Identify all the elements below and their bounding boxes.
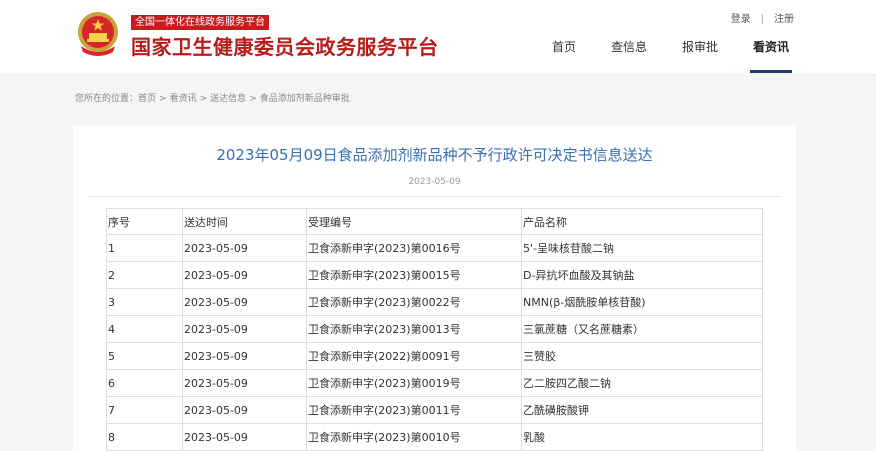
cell-serial: 7 <box>106 396 183 424</box>
cell-product-name: NMN(β-烟酰胺单核苷酸) <box>521 288 763 316</box>
table-row: 4 2023-05-09 卫食添新申字(2023)第0013号 三氯蔗糖（又名蔗糖素） <box>106 315 763 343</box>
table-row: 3 2023-05-09 卫食添新申字(2023)第0022号 NMN(β-烟酰胺单核… <box>106 288 763 316</box>
cell-acceptance-number: 卫食添新申字(2023)第0011号 <box>306 396 522 424</box>
site-title[interactable]: 国家卫生健康委员会政务服务平台 <box>131 35 439 59</box>
cell-product-name: 三赞胶 <box>521 342 763 370</box>
cell-serial: 6 <box>106 369 183 397</box>
cell-delivery-date: 2023-05-09 <box>182 315 307 343</box>
cell-acceptance-number: 卫食添新申字(2023)第0019号 <box>306 369 522 397</box>
table-row: 5 2023-05-09 卫食添新申字(2022)第0091号 三赞胶 <box>106 342 763 370</box>
header-serial: 序号 <box>106 208 183 235</box>
cell-product-name: D-异抗坏血酸及其钠盐 <box>521 261 763 289</box>
cell-acceptance-number: 卫食添新申字(2023)第0015号 <box>306 261 522 289</box>
cell-delivery-date: 2023-05-09 <box>182 369 307 397</box>
breadcrumb: 您所在的位置：首页 > 看资讯 > 送达信息 > 食品添加剂新品种审批 <box>75 93 350 105</box>
account-links: 登录 | 注册 <box>731 13 794 27</box>
article-date: 2023-05-09 <box>408 177 461 187</box>
cell-product-name: 5'-呈味核苷酸二钠 <box>521 234 763 262</box>
nav-home[interactable]: 首页 <box>552 38 576 73</box>
breadcrumb-separator: > <box>159 94 167 104</box>
breadcrumb-separator: > <box>249 94 257 104</box>
breadcrumb-prefix: 您所在的位置： <box>75 94 139 104</box>
article-card: 2023年05月09日食品添加剂新品种不予行政许可决定书信息送达 2023-05… <box>73 125 796 451</box>
header-product-name: 产品名称 <box>521 208 763 235</box>
table-row: 8 2023-05-09 卫食添新申字(2023)第0010号 乳酸 <box>106 423 763 451</box>
cell-product-name: 乳酸 <box>521 423 763 451</box>
cell-acceptance-number: 卫食添新申字(2023)第0022号 <box>306 288 522 316</box>
cell-product-name: 乙二胺四乙酸二钠 <box>521 369 763 397</box>
cell-serial: 4 <box>106 315 183 343</box>
cell-delivery-date: 2023-05-09 <box>182 396 307 424</box>
cell-delivery-date: 2023-05-09 <box>182 342 307 370</box>
breadcrumb-current[interactable]: 食品添加剂新品种审批 <box>260 94 350 104</box>
table-row: 2 2023-05-09 卫食添新申字(2023)第0015号 D-异抗坏血酸及其钠盐 <box>106 261 763 289</box>
cell-product-name: 三氯蔗糖（又名蔗糖素） <box>521 315 763 343</box>
cell-acceptance-number: 卫食添新申字(2022)第0091号 <box>306 342 522 370</box>
register-link[interactable]: 注册 <box>774 14 794 25</box>
link-separator: | <box>760 14 764 25</box>
breadcrumb-news[interactable]: 看资讯 <box>170 94 197 104</box>
header-acceptance-number: 受理编号 <box>306 208 522 235</box>
nav-news[interactable]: 看资讯 <box>749 38 793 73</box>
cell-acceptance-number: 卫食添新申字(2023)第0010号 <box>306 423 522 451</box>
cell-serial: 1 <box>106 234 183 262</box>
nav-query-info[interactable]: 查信息 <box>611 38 647 73</box>
login-link[interactable]: 登录 <box>731 14 751 25</box>
cell-delivery-date: 2023-05-09 <box>182 423 307 451</box>
title-divider <box>88 196 781 197</box>
table-row: 1 2023-05-09 卫食添新申字(2023)第0016号 5'-呈味核苷酸二钠 <box>106 234 763 262</box>
cell-serial: 5 <box>106 342 183 370</box>
site-header: 全国一体化在线政务服务平台 国家卫生健康委员会政务服务平台 登录 | 注册 首页 查… <box>0 0 876 73</box>
breadcrumb-home[interactable]: 首页 <box>138 94 156 104</box>
cell-delivery-date: 2023-05-09 <box>182 234 307 262</box>
breadcrumb-separator: > <box>199 94 208 104</box>
platform-tagline: 全国一体化在线政务服务平台 <box>131 15 269 30</box>
table-row: 6 2023-05-09 卫食添新申字(2023)第0019号 乙二胺四乙酸二钠 <box>106 369 763 397</box>
cell-delivery-date: 2023-05-09 <box>182 261 307 289</box>
cell-product-name: 乙酰磺胺酸钾 <box>521 396 763 424</box>
cell-serial: 8 <box>106 423 183 451</box>
cell-acceptance-number: 卫食添新申字(2023)第0016号 <box>306 234 522 262</box>
national-emblem-icon[interactable] <box>75 10 121 60</box>
breadcrumb-delivery-info[interactable]: 送达信息 <box>210 94 246 104</box>
table-header-row: 序号 送达时间 受理编号 产品名称 <box>106 208 763 235</box>
nav-submit-approval[interactable]: 报审批 <box>682 38 718 73</box>
article-title: 2023年05月09日食品添加剂新品种不予行政许可决定书信息送达 <box>216 146 653 164</box>
header-delivery-date: 送达时间 <box>182 208 307 235</box>
cell-serial: 2 <box>106 261 183 289</box>
delivery-table: 序号 送达时间 受理编号 产品名称 1 2023-05-09 卫食添新申字(2023… <box>106 208 763 451</box>
table-row: 7 2023-05-09 卫食添新申字(2023)第0011号 乙酰磺胺酸钾 <box>106 396 763 424</box>
cell-acceptance-number: 卫食添新申字(2023)第0013号 <box>306 315 522 343</box>
cell-serial: 3 <box>106 288 183 316</box>
cell-delivery-date: 2023-05-09 <box>182 288 307 316</box>
